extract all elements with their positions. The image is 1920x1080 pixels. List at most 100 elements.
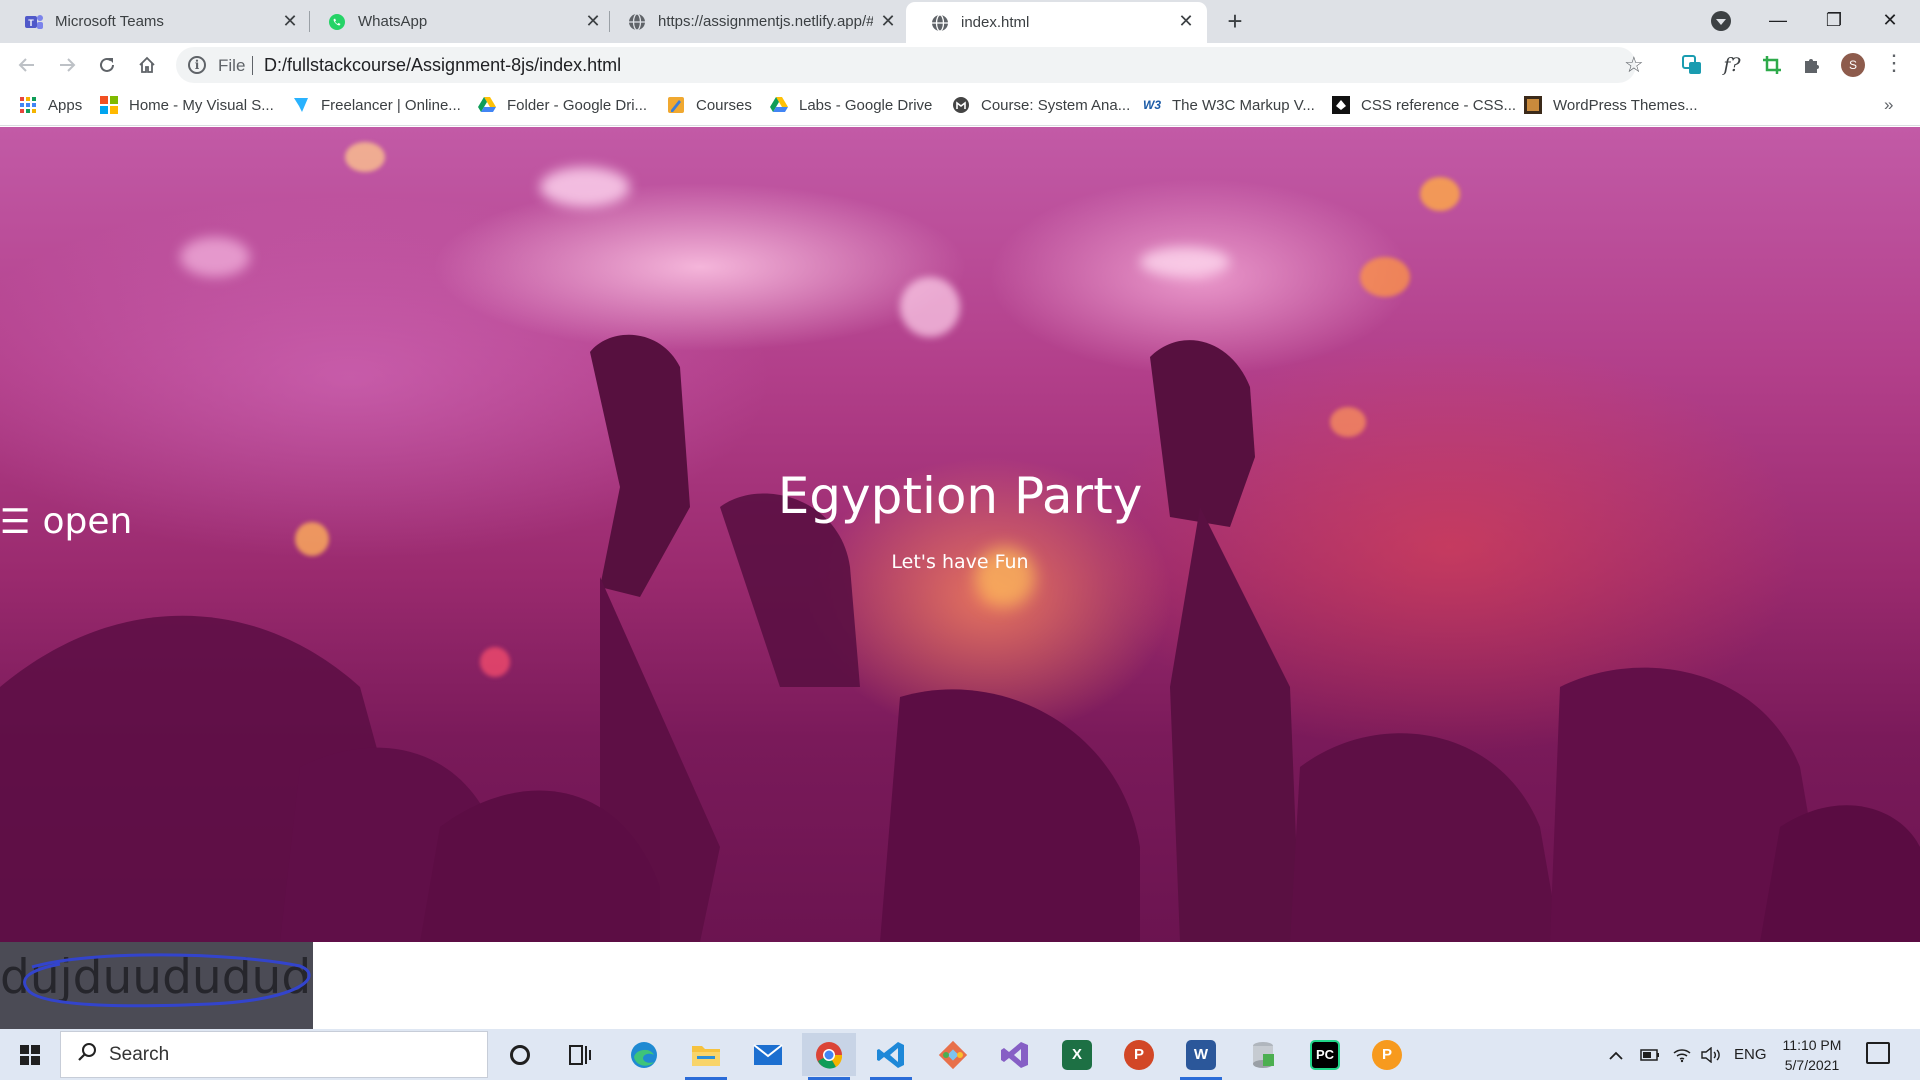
taskbar-clock[interactable]: 11:10 PM 5/7/2021 [1770, 1035, 1854, 1075]
crop-extension-icon[interactable] [1758, 51, 1786, 79]
more-menu-icon[interactable]: ⋮ [1883, 51, 1905, 79]
bookmark-w3c-markup-validator[interactable]: W3 The W3C Markup V... [1143, 93, 1315, 117]
restore-button[interactable]: ❐ [1806, 0, 1862, 40]
bookmark-labs-google-drive[interactable]: Labs - Google Drive [770, 93, 932, 117]
edge-app[interactable] [617, 1033, 671, 1076]
bookmark-my-visual-studio[interactable]: Home - My Visual S... [100, 93, 274, 117]
google-drive-icon [478, 96, 496, 114]
language-indicator[interactable]: ENG [1734, 1029, 1767, 1080]
windows-logo-icon [20, 1044, 40, 1065]
git-app[interactable] [926, 1033, 980, 1076]
tab-whatsapp[interactable]: WhatsApp ✕ [303, 0, 608, 43]
close-tab-icon[interactable]: ✕ [280, 11, 300, 31]
bookmark-freelancer[interactable]: Freelancer | Online... [292, 93, 461, 117]
vscode-app[interactable] [864, 1033, 918, 1080]
powerpoint-icon: P [1124, 1039, 1154, 1070]
more-bookmarks-chevron-icon[interactable]: » [1884, 95, 1893, 115]
volume-icon[interactable] [1700, 1029, 1722, 1080]
mail-app[interactable] [741, 1033, 795, 1076]
url-text[interactable]: D:/fullstackcourse/Assignment-8js/index.… [264, 55, 621, 76]
bookmarks-bar: Apps Home - My Visual S... Freelancer | … [0, 86, 1920, 126]
cortana-icon [510, 1044, 530, 1065]
bookmark-wordpress-themes[interactable]: WordPress Themes... [1524, 93, 1698, 117]
globe-icon [627, 12, 647, 32]
hero-content: ☰ open Egyption Party Let's have Fun [0, 127, 1920, 942]
cortana-button[interactable] [493, 1033, 547, 1076]
forward-button[interactable] [51, 49, 83, 81]
notification-center-icon[interactable] [1866, 1042, 1890, 1064]
css-reference-icon [1332, 96, 1350, 114]
start-button[interactable] [0, 1029, 60, 1080]
database-icon [1253, 1041, 1274, 1068]
translate-extension-icon[interactable] [1678, 51, 1706, 79]
wordpress-themes-icon [1524, 96, 1542, 114]
clock-date: 5/7/2021 [1784, 1057, 1840, 1073]
address-bar[interactable]: i File D:/fullstackcourse/Assignment-8js… [176, 47, 1644, 83]
visual-studio-icon [1001, 1041, 1028, 1068]
show-hidden-icons-chevron-icon[interactable] [1608, 1029, 1624, 1080]
bookmark-label: Freelancer | Online... [321, 96, 461, 114]
powerpoint-app[interactable]: P [1112, 1033, 1166, 1076]
back-button[interactable] [11, 49, 43, 81]
postman-icon: P [1372, 1039, 1402, 1070]
bookmark-label: CSS reference - CSS... [1361, 96, 1517, 114]
chrome-app[interactable] [802, 1033, 856, 1080]
page-viewport: ☰ open Egyption Party Let's have Fun duj… [0, 127, 1920, 1029]
tab-index-html[interactable]: index.html ✕ [906, 2, 1207, 43]
battery-icon[interactable] [1640, 1029, 1660, 1080]
globe-icon [930, 13, 950, 33]
tab-assignmentjs[interactable]: https://assignmentjs.netlify.app/# ✕ [603, 0, 908, 43]
wifi-icon[interactable] [1672, 1029, 1692, 1080]
svg-text:T: T [28, 18, 34, 28]
minimize-button[interactable]: — [1750, 0, 1806, 40]
close-window-button[interactable]: ✕ [1862, 0, 1918, 40]
bookmark-css-reference[interactable]: CSS reference - CSS... [1332, 93, 1516, 117]
taskbar-search-box[interactable]: Search [60, 1031, 488, 1078]
tab-microsoft-teams[interactable]: T Microsoft Teams ✕ [0, 0, 305, 43]
bookmark-label: Home - My Visual S... [129, 96, 274, 114]
home-button[interactable] [131, 49, 163, 81]
bookmark-courses[interactable]: Courses [667, 93, 752, 117]
bookmark-apps[interactable]: Apps [19, 93, 82, 117]
database-tool-app[interactable] [1236, 1033, 1290, 1076]
mail-icon [753, 1043, 783, 1065]
w3c-icon: W3 [1143, 98, 1161, 112]
bookmark-course-system-analysis[interactable]: Course: System Ana... [952, 93, 1130, 117]
tab-strip: T Microsoft Teams ✕ WhatsApp ✕ https://a… [0, 0, 1920, 43]
close-tab-icon[interactable]: ✕ [1176, 11, 1196, 31]
apps-grid-icon [19, 96, 37, 114]
taskbar-search-placeholder: Search [109, 1043, 170, 1065]
whatsapp-icon [327, 12, 347, 32]
profile-avatar[interactable]: S [1841, 53, 1865, 77]
courses-icon [667, 96, 685, 114]
close-tab-icon[interactable]: ✕ [583, 11, 603, 31]
vscode-icon [877, 1041, 904, 1068]
file-explorer-app[interactable] [679, 1033, 733, 1080]
bookmark-folder-google-drive[interactable]: Folder - Google Dri... [478, 93, 647, 117]
hero-title: Egyption Party [777, 467, 1143, 525]
browser-toolbar: i File D:/fullstackcourse/Assignment-8js… [0, 43, 1920, 86]
excel-icon: X [1062, 1039, 1092, 1070]
folder-icon [692, 1045, 720, 1066]
site-info-icon[interactable]: i [188, 56, 206, 74]
tab-search-icon[interactable] [1711, 11, 1731, 31]
freelancer-icon [292, 96, 310, 114]
pycharm-icon: PC [1310, 1039, 1340, 1070]
reload-icon [100, 57, 114, 72]
postman-app[interactable]: P [1360, 1033, 1414, 1076]
new-tab-button[interactable]: + [1222, 8, 1248, 35]
scheme-label: File [218, 56, 246, 75]
close-tab-icon[interactable]: ✕ [878, 11, 898, 31]
excel-app[interactable]: X [1050, 1033, 1104, 1076]
extensions-puzzle-icon[interactable] [1798, 51, 1826, 79]
visual-studio-app[interactable] [988, 1033, 1042, 1076]
pycharm-app[interactable]: PC [1298, 1033, 1352, 1076]
bookmark-star-icon[interactable]: ☆ [1624, 52, 1644, 78]
task-view-button[interactable] [553, 1033, 607, 1076]
bookmark-label: Folder - Google Dri... [507, 96, 648, 114]
handwritten-underline-annotation [23, 953, 311, 1008]
reload-button[interactable] [91, 49, 123, 81]
word-app[interactable]: W [1174, 1033, 1228, 1080]
home-icon [139, 56, 155, 73]
formula-extension-icon[interactable]: f? [1718, 51, 1746, 79]
